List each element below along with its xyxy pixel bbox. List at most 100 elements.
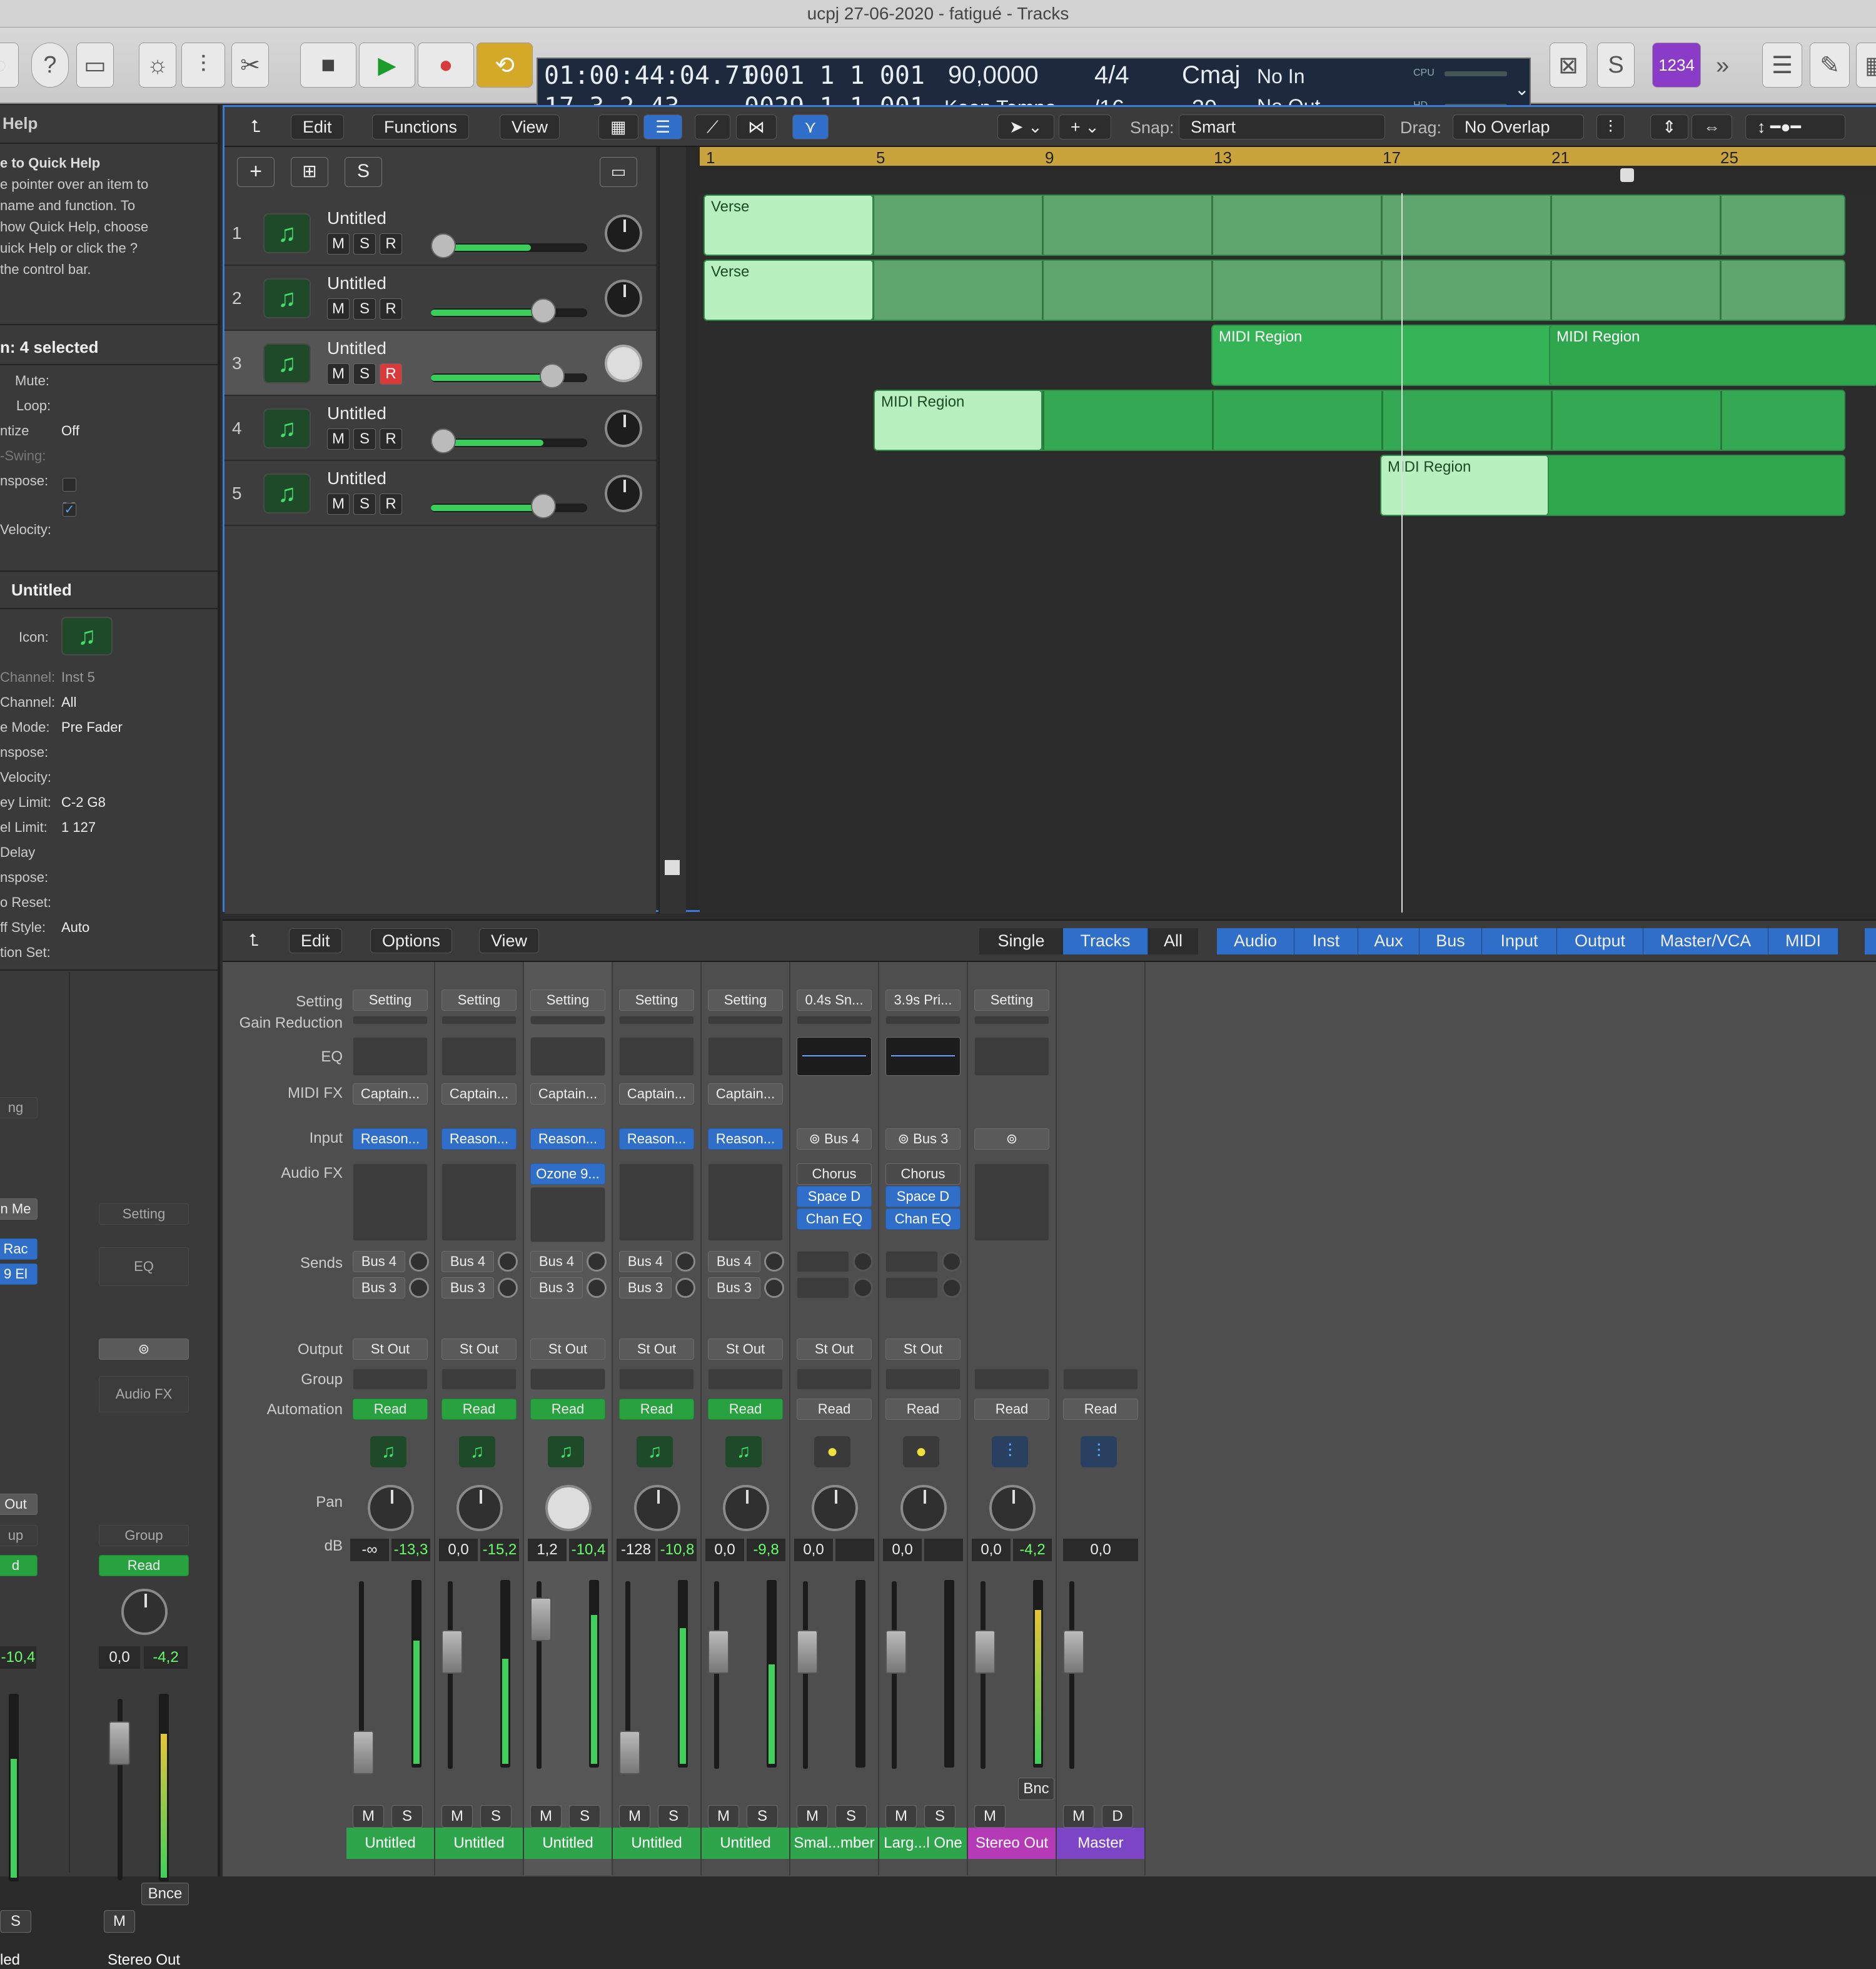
volume-fader[interactable] [530, 1597, 552, 1641]
pan-knob[interactable] [456, 1485, 503, 1531]
audio-fx-empty[interactable] [530, 1187, 605, 1242]
midi-fx-slot[interactable]: Captain... [708, 1083, 783, 1105]
track-name[interactable]: Untitled [327, 273, 386, 293]
left-automation-slot[interactable]: d [0, 1555, 38, 1576]
toolbar-icon[interactable]: ▭ [76, 43, 114, 88]
send-level-knob[interactable] [409, 1278, 429, 1298]
track-name[interactable]: Untitled [327, 338, 386, 358]
mute-button[interactable]: M [327, 233, 350, 255]
track-row[interactable]: 3 ♫ Untitled M S R [224, 331, 656, 396]
view-menu[interactable]: View [500, 114, 560, 139]
midi-channel-value[interactable]: Inst 5 [61, 669, 95, 686]
more-icon[interactable]: » [1716, 53, 1729, 79]
bounce-button[interactable]: Bnc [1018, 1778, 1054, 1800]
eq-thumbnail[interactable] [441, 1037, 517, 1076]
group-slot[interactable] [441, 1369, 517, 1390]
group-slot[interactable] [974, 1369, 1049, 1390]
midi-region[interactable]: Verse [704, 260, 874, 321]
key-limit-value[interactable]: C-2 G8 [61, 794, 106, 811]
snap-dropdown[interactable]: Smart [1179, 114, 1385, 139]
quantize-value[interactable]: Off [61, 423, 79, 439]
mute-button[interactable]: M [327, 363, 350, 385]
track-name[interactable]: Untitled [327, 403, 386, 423]
stereo-automation-slot[interactable]: Read [99, 1555, 189, 1576]
channel-name[interactable]: Untitled [435, 1828, 523, 1859]
eq-thumbnail[interactable] [797, 1037, 872, 1076]
record-enable-button[interactable]: R [380, 363, 402, 385]
left-input-slot[interactable]: Rac [0, 1238, 38, 1260]
left-group-slot[interactable]: up [0, 1525, 38, 1546]
send-level-knob[interactable] [853, 1252, 873, 1272]
send-slot[interactable] [797, 1251, 849, 1272]
output-slot[interactable]: St Out [353, 1339, 428, 1360]
editors-icon[interactable]: ✂ [231, 43, 269, 88]
audio-fx-slot[interactable]: Ozone 9... [530, 1163, 605, 1185]
automation-mode[interactable]: Read [1063, 1399, 1138, 1420]
solo-button[interactable]: S [353, 233, 376, 255]
automation-mode[interactable]: Read [974, 1399, 1049, 1420]
flex-icon[interactable]: ⋈ [736, 114, 777, 139]
send-level-knob[interactable] [498, 1252, 518, 1272]
replace-icon[interactable]: ⊠ [1550, 43, 1587, 88]
volume-fader[interactable] [1063, 1630, 1084, 1674]
record-enable-button[interactable]: R [380, 494, 402, 515]
count-in-badge[interactable]: 1234 [1652, 43, 1701, 88]
group-slot[interactable] [619, 1369, 694, 1390]
filter-tab-output[interactable]: Output [1557, 928, 1643, 954]
drag-dropdown[interactable]: No Overlap [1453, 114, 1584, 139]
stereo-pan-knob[interactable] [121, 1589, 168, 1635]
pan-knob[interactable] [989, 1485, 1036, 1531]
filter-tab-more[interactable] [1865, 928, 1876, 954]
mute-button[interactable]: M [1063, 1805, 1094, 1828]
solo-button[interactable]: S [480, 1805, 512, 1828]
send-level-knob[interactable] [853, 1278, 873, 1298]
record-enable-button[interactable]: R [380, 298, 402, 320]
solo-button[interactable]: S [353, 494, 376, 515]
track-volume-slider[interactable] [431, 494, 587, 519]
midi-fx-slot[interactable]: Captain... [619, 1083, 694, 1105]
audio-fx-empty[interactable] [353, 1163, 428, 1241]
stereo-eq-slot[interactable]: EQ [99, 1247, 189, 1286]
automation-mode[interactable]: Read [441, 1399, 517, 1420]
setting-slot[interactable]: Setting [974, 990, 1049, 1011]
arrange-canvas[interactable]: Verse Verse Verse MIDI Region MIDI Regio… [700, 193, 1876, 914]
pan-knob[interactable] [368, 1485, 414, 1531]
stereo-mute-button[interactable]: M [104, 1910, 135, 1933]
input-slot[interactable]: ⊚ Bus 3 [885, 1128, 961, 1150]
pan-knob[interactable] [900, 1485, 947, 1531]
send-level-knob[interactable] [587, 1252, 607, 1272]
track-pan-knob[interactable] [605, 345, 642, 382]
solo-button[interactable]: S [569, 1805, 600, 1828]
horizontal-zoom-icon[interactable]: ⇔ [1692, 114, 1732, 139]
left-output-slot[interactable]: Out [0, 1494, 38, 1515]
input-slot[interactable]: Reason... [619, 1128, 694, 1150]
solo-button[interactable]: S [353, 363, 376, 385]
stop-button[interactable]: ■ [300, 43, 356, 88]
channel-name[interactable]: Untitled [524, 1828, 612, 1859]
smart-controls-icon[interactable]: ☼ [139, 43, 176, 88]
audio-fx-slot[interactable]: Space D [797, 1186, 872, 1207]
stereo-input-slot[interactable]: ⊚ [99, 1339, 189, 1360]
group-slot[interactable] [885, 1369, 961, 1390]
channel-name[interactable]: Untitled [346, 1828, 434, 1859]
mode-value[interactable]: Pre Fader [61, 719, 123, 736]
zoom-slider[interactable]: ↕ ━●━ [1745, 114, 1845, 139]
send-level-knob[interactable] [409, 1252, 429, 1272]
audio-fx-empty[interactable] [619, 1163, 694, 1241]
send-slot[interactable] [885, 1251, 938, 1272]
setting-slot[interactable]: 0.4s Sn... [797, 990, 872, 1011]
left-setting-slot[interactable]: ng [0, 1097, 38, 1118]
solo-button[interactable]: S [658, 1805, 689, 1828]
solo-button[interactable]: S [353, 428, 376, 450]
vertical-zoom-icon[interactable]: ⇕ [1650, 114, 1688, 139]
automation-mode[interactable]: Read [708, 1399, 783, 1420]
setting-slot[interactable]: Setting [619, 990, 694, 1011]
input-slot[interactable]: Reason... [353, 1128, 428, 1150]
send-slot[interactable]: Bus 3 [708, 1277, 760, 1298]
filter-tab-inst[interactable]: Inst [1294, 928, 1358, 954]
group-slot[interactable] [1063, 1369, 1138, 1390]
volume-fader[interactable] [885, 1630, 907, 1674]
mute-button[interactable]: M [530, 1805, 562, 1828]
output-slot[interactable]: St Out [708, 1339, 783, 1360]
playhead[interactable] [1401, 193, 1403, 913]
